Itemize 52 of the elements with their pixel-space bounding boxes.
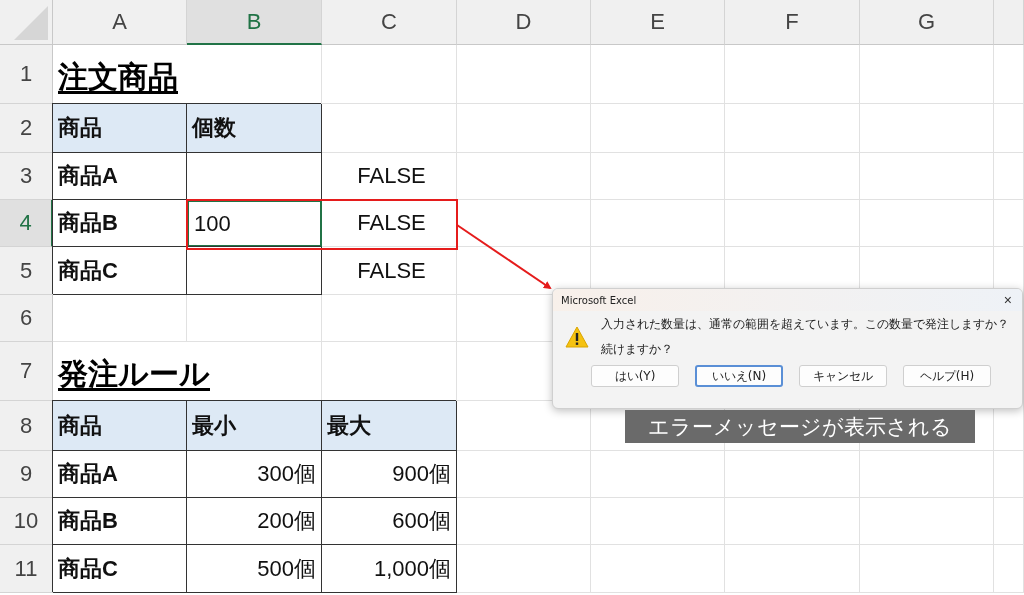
warning-icon [565,326,589,348]
table-cell[interactable]: 200個 [187,498,322,545]
table-cell[interactable] [187,247,322,295]
table-cell[interactable]: FALSE [322,200,457,247]
table-cell[interactable]: FALSE [322,153,457,200]
select-all-button[interactable] [0,0,53,45]
row-header[interactable]: 6 [0,295,53,342]
table-cell[interactable]: 300個 [187,451,322,498]
column-header[interactable] [994,0,1024,45]
table-cell[interactable]: 商品B [53,498,187,545]
column-header[interactable]: B [187,0,322,45]
column-header[interactable]: C [322,0,457,45]
row-header[interactable]: 4 [0,200,53,247]
table-cell[interactable]: 1,000個 [322,545,457,593]
dialog-button[interactable]: いいえ(N) [695,365,783,387]
table-cell[interactable]: 商品C [53,545,187,593]
dialog-button[interactable]: ヘルプ(H) [903,365,991,387]
row-header[interactable]: 7 [0,342,53,401]
caption: エラーメッセージが表示される [625,410,975,443]
table-header-cell[interactable]: 最小 [187,401,322,451]
column-header[interactable]: F [725,0,860,45]
table-header-cell[interactable]: 商品 [53,104,187,153]
table-cell[interactable]: 商品A [53,153,187,200]
active-cell[interactable]: 100 [187,200,322,247]
table-header-cell[interactable]: 商品 [53,401,187,451]
message-text: 入力された数量は、通常の範囲を超えています。この数量で発注しますか？ [601,316,1009,333]
row-header[interactable]: 11 [0,545,53,593]
table-cell[interactable]: 商品C [53,247,187,295]
question-text: 続けますか？ [601,341,674,358]
table-cell[interactable]: FALSE [322,247,457,295]
column-header[interactable]: D [457,0,591,45]
table-cell[interactable]: 900個 [322,451,457,498]
row-header[interactable]: 3 [0,153,53,200]
table-cell[interactable]: 600個 [322,498,457,545]
dialog-button[interactable]: はい(Y) [591,365,679,387]
column-header[interactable]: G [860,0,994,45]
table-header-cell[interactable]: 最大 [322,401,457,451]
row-header[interactable]: 2 [0,104,53,153]
row-header[interactable]: 5 [0,247,53,295]
row-header[interactable]: 9 [0,451,53,498]
column-header[interactable]: E [591,0,725,45]
column-header[interactable]: A [53,0,187,45]
row-header[interactable]: 8 [0,401,53,451]
table-cell[interactable]: 商品A [53,451,187,498]
close-button[interactable]: × [999,293,1016,307]
row-header[interactable]: 10 [0,498,53,545]
row-header[interactable]: 1 [0,45,53,104]
dialog-button[interactable]: キャンセル [799,365,887,387]
dialog-title: Microsoft Excel [561,294,637,306]
table-header-cell[interactable]: 個数 [187,104,322,153]
table-cell[interactable]: 商品B [53,200,187,247]
table-cell[interactable]: 500個 [187,545,322,593]
